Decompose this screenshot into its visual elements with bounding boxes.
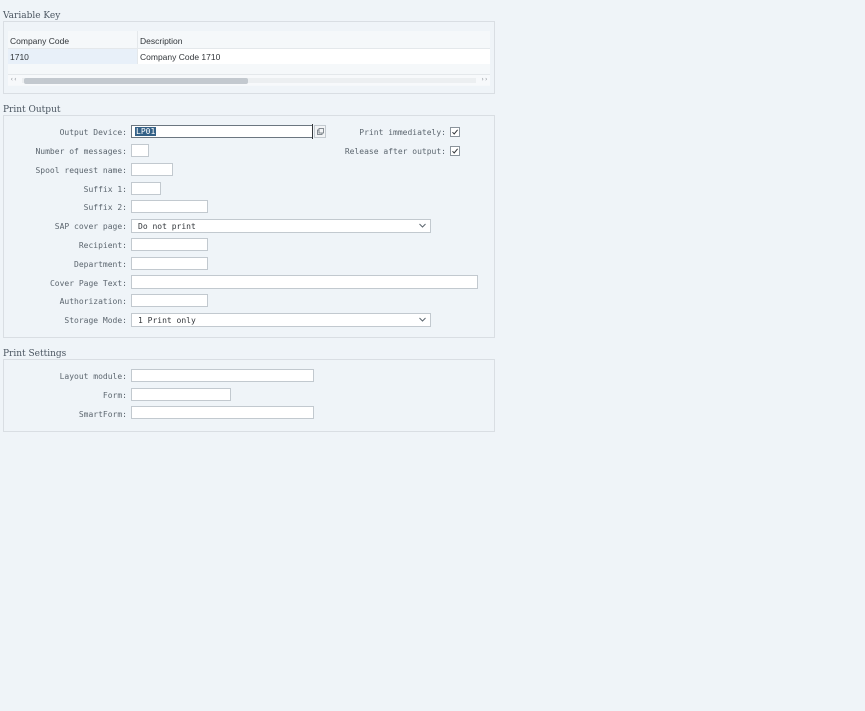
smartform-input[interactable] [131,406,314,419]
cover-page-text-input[interactable] [131,275,478,289]
table-row[interactable]: 1710 Company Code 1710 [8,48,490,64]
form-input[interactable] [131,388,231,401]
storage-mode-value: 1 Print only [138,316,196,325]
number-of-messages-label: Number of messages: [35,147,127,156]
sap-cover-page-value: Do not print [138,222,196,231]
output-device-input[interactable]: LP01 [131,124,313,139]
print-settings-title: Print Settings [3,349,67,359]
storage-mode-label: Storage Mode: [64,316,127,325]
scroll-thumb[interactable] [24,78,248,84]
variable-key-table: Company Code Description 1710 Company Co… [8,31,490,86]
recipient-label: Recipient: [78,241,127,250]
authorization-label: Authorization: [59,297,127,306]
spool-request-name-label: Spool request name: [35,166,127,175]
sap-cover-page-label: SAP cover page: [54,222,127,231]
checkmark-icon [452,129,458,135]
suffix2-input[interactable] [131,200,208,213]
spool-request-name-input[interactable] [131,163,173,176]
print-output-title: Print Output [3,105,61,115]
authorization-input[interactable] [131,294,208,307]
print-immediately-label: Print immediately: [359,128,446,137]
cell-company-code[interactable]: 1710 [8,48,138,64]
suffix1-label: Suffix 1: [83,185,127,194]
storage-mode-select[interactable]: 1 Print only [131,313,431,327]
scroll-track[interactable] [22,78,476,84]
release-after-output-label: Release after output: [344,147,446,156]
layout-module-input[interactable] [131,369,314,382]
form-label: Form: [102,391,127,400]
checkmark-icon [452,148,458,154]
department-input[interactable] [131,257,208,270]
suffix1-input[interactable] [131,182,161,195]
smartform-label: SmartForm: [78,410,127,419]
suffix2-label: Suffix 2: [83,203,127,212]
number-of-messages-input[interactable] [131,144,149,157]
department-label: Department: [74,260,127,269]
print-immediately-checkbox[interactable] [450,127,460,137]
scroll-first-icon[interactable]: ‹‹ [10,76,17,83]
layout-module-label: Layout module: [59,372,127,381]
cell-description[interactable]: Company Code 1710 [138,48,490,64]
cover-page-text-label: Cover Page Text: [49,279,127,288]
sap-cover-page-select[interactable]: Do not print [131,219,431,233]
scroll-last-icon[interactable]: ›› [481,76,488,83]
output-device-value: LP01 [135,127,157,136]
table-header: Company Code Description [8,31,490,48]
chevron-down-icon [419,223,426,228]
output-device-value-help[interactable] [314,125,326,138]
chevron-down-icon [419,317,426,322]
variable-key-title: Variable Key [3,11,61,21]
value-help-icon [317,128,324,135]
release-after-output-checkbox[interactable] [450,146,460,156]
horizontal-scrollbar[interactable]: ‹‹ ›› [8,74,490,85]
column-header-company-code[interactable]: Company Code [8,31,138,48]
recipient-input[interactable] [131,238,208,251]
column-header-description[interactable]: Description [138,31,490,48]
output-device-label: Output Device: [59,128,127,137]
